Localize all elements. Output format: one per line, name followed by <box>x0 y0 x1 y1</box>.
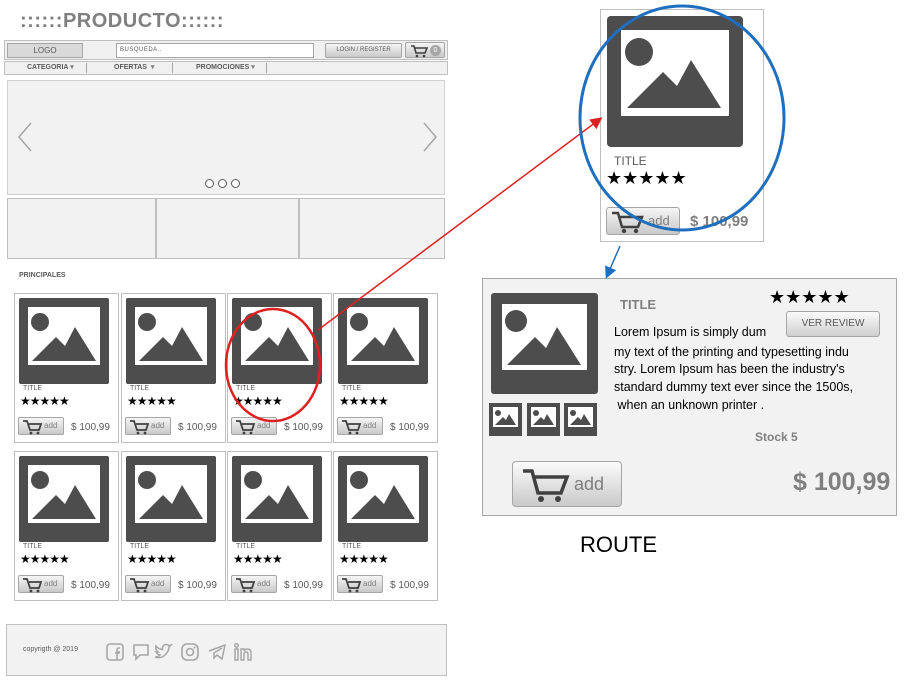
highlight-arrow <box>317 117 603 331</box>
highlight-circle <box>224 307 322 423</box>
zoom-ellipse <box>578 4 786 232</box>
route-arrow <box>605 245 621 279</box>
annotation-overlay <box>224 4 786 423</box>
